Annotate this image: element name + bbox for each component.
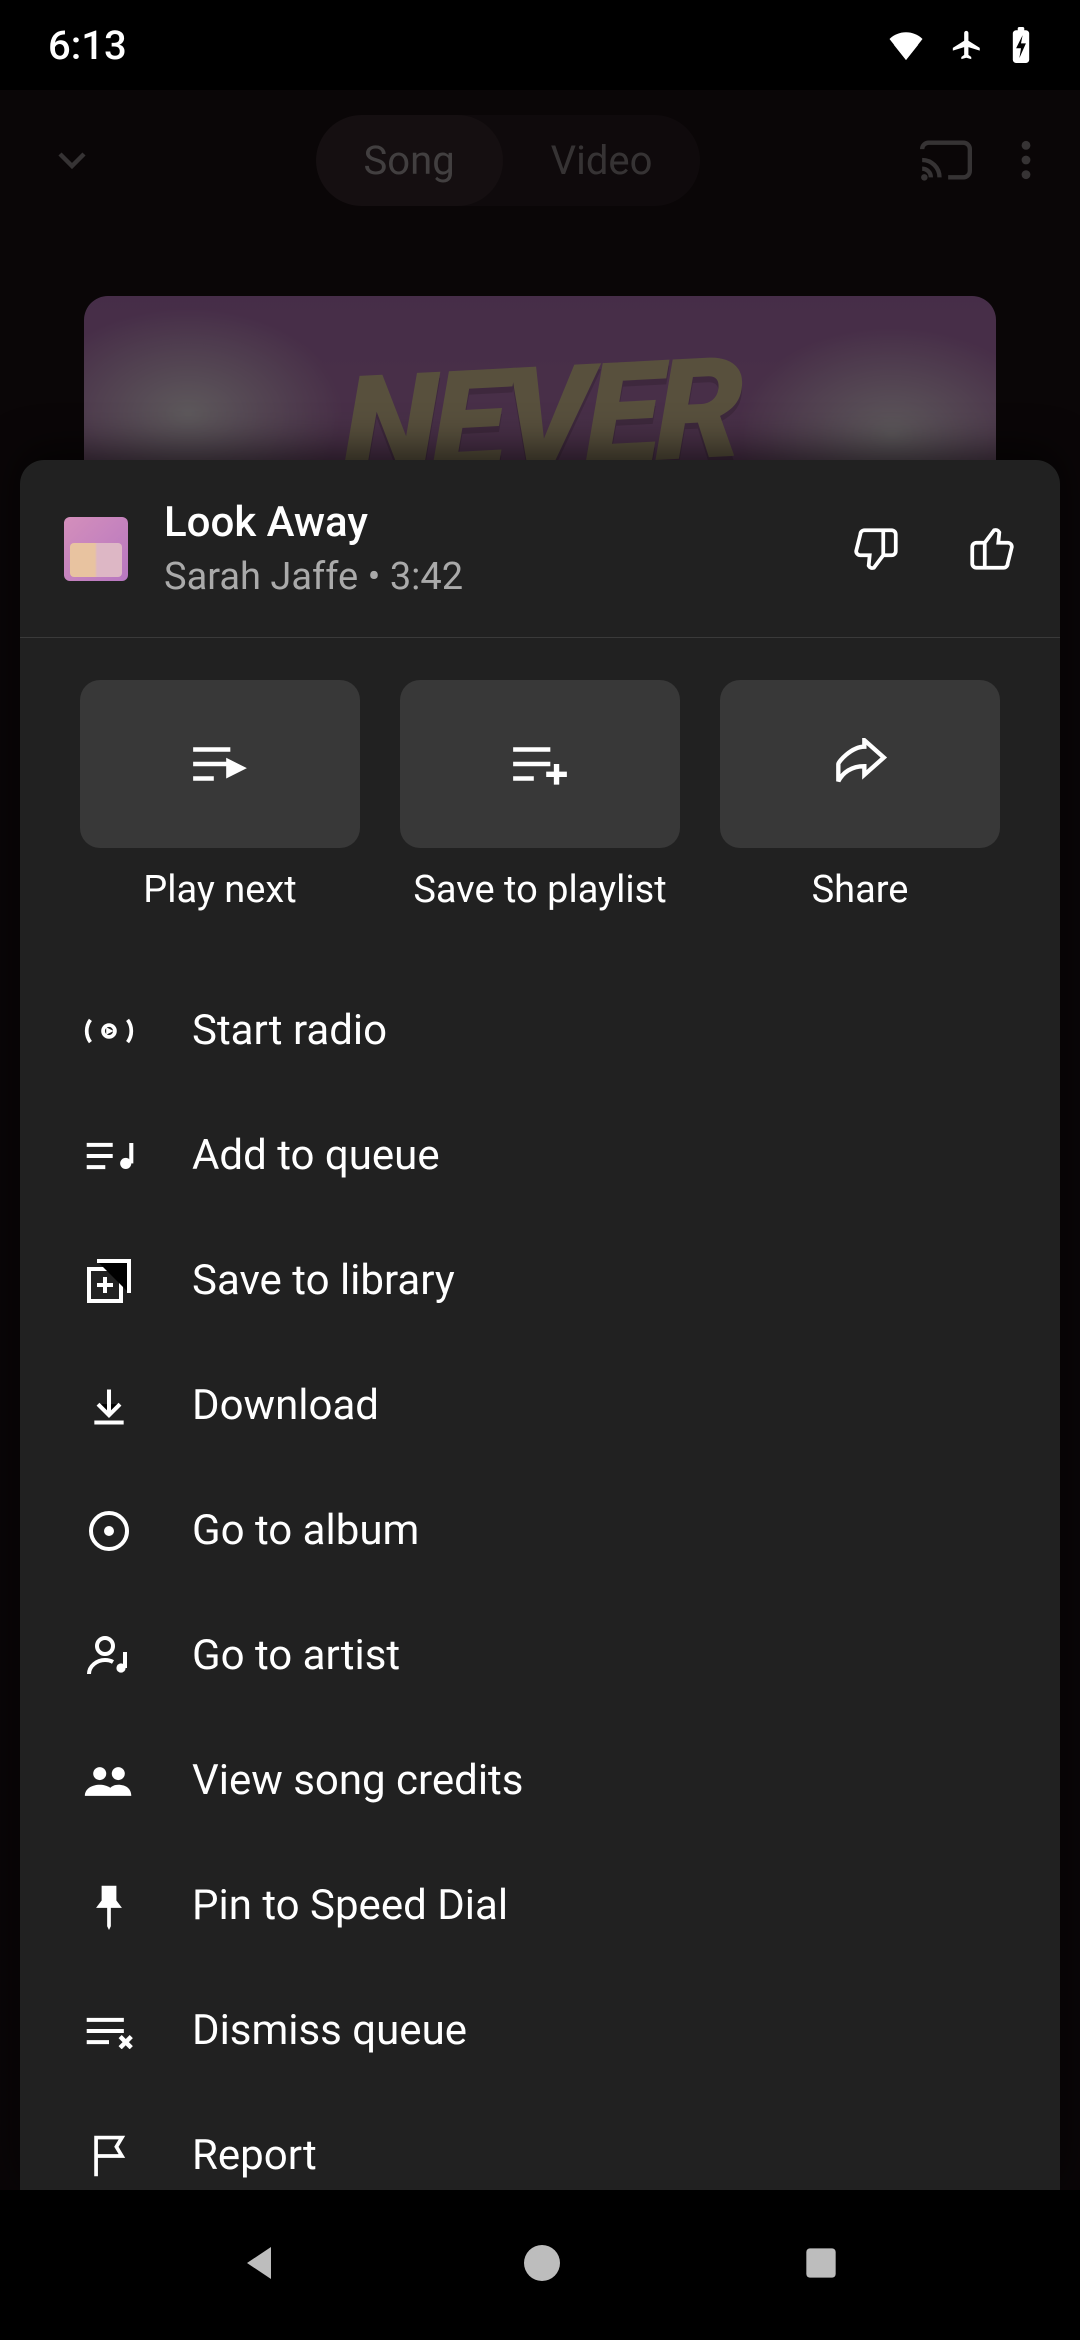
menu-report[interactable]: Report bbox=[20, 2093, 1060, 2190]
cast-icon[interactable] bbox=[920, 138, 972, 182]
thumb-up-icon[interactable] bbox=[966, 524, 1016, 574]
menu-label: Pin to Speed Dial bbox=[192, 1881, 508, 1930]
dismiss-queue-icon bbox=[82, 2013, 136, 2049]
radio-icon bbox=[82, 1011, 136, 1051]
tile-label: Share bbox=[812, 868, 909, 912]
menu-download[interactable]: Download bbox=[20, 1343, 1060, 1468]
context-menu-sheet: Look Away Sarah Jaffe • 3:42 Play next S… bbox=[20, 460, 1060, 2190]
status-icons bbox=[888, 27, 1032, 63]
save-library-icon bbox=[82, 1257, 136, 1305]
track-thumbnail bbox=[64, 517, 128, 581]
menu-label: Report bbox=[192, 2131, 317, 2180]
airplane-mode-icon bbox=[950, 28, 984, 62]
track-subtitle: Sarah Jaffe • 3:42 bbox=[164, 555, 816, 599]
menu-add-queue[interactable]: Add to queue bbox=[20, 1093, 1060, 1218]
menu-dismiss-queue[interactable]: Dismiss queue bbox=[20, 1968, 1060, 2093]
sheet-header: Look Away Sarah Jaffe • 3:42 bbox=[20, 460, 1060, 638]
menu-label: Go to album bbox=[192, 1506, 419, 1555]
nav-home-icon[interactable] bbox=[518, 2239, 566, 2291]
artist-icon bbox=[82, 1632, 136, 1680]
album-icon bbox=[82, 1507, 136, 1555]
track-title: Look Away bbox=[164, 498, 816, 547]
status-bar: 6:13 bbox=[0, 0, 1080, 90]
menu-list: Start radio Add to queue Save to library… bbox=[20, 940, 1060, 2190]
song-video-segment[interactable]: Song Video bbox=[316, 115, 701, 206]
more-vert-icon[interactable] bbox=[1020, 138, 1032, 182]
menu-credits[interactable]: View song credits bbox=[20, 1718, 1060, 1843]
share-icon bbox=[720, 680, 1000, 848]
add-to-queue-icon bbox=[82, 1136, 136, 1176]
menu-label: Download bbox=[192, 1381, 379, 1430]
tile-play-next[interactable]: Play next bbox=[80, 680, 360, 912]
tile-share[interactable]: Share bbox=[720, 680, 1000, 912]
menu-pin[interactable]: Pin to Speed Dial bbox=[20, 1843, 1060, 1968]
menu-save-library[interactable]: Save to library bbox=[20, 1218, 1060, 1343]
tile-label: Save to playlist bbox=[413, 868, 666, 912]
action-tiles: Play next Save to playlist Share bbox=[20, 638, 1060, 940]
wifi-icon bbox=[888, 30, 924, 60]
flag-icon bbox=[82, 2132, 136, 2180]
people-icon bbox=[82, 1761, 136, 1801]
menu-label: Dismiss queue bbox=[192, 2006, 467, 2055]
menu-start-radio[interactable]: Start radio bbox=[20, 968, 1060, 1093]
thumb-down-icon[interactable] bbox=[852, 524, 902, 574]
collapse-chevron-icon[interactable] bbox=[48, 136, 96, 184]
system-nav-bar bbox=[0, 2190, 1080, 2340]
save-to-playlist-icon bbox=[400, 680, 680, 848]
nav-back-icon[interactable] bbox=[237, 2239, 285, 2291]
menu-label: View song credits bbox=[192, 1756, 523, 1805]
player-top-bar: Song Video bbox=[0, 110, 1080, 210]
tile-label: Play next bbox=[143, 868, 296, 912]
menu-label: Add to queue bbox=[192, 1131, 440, 1180]
menu-label: Save to library bbox=[192, 1256, 455, 1305]
download-icon bbox=[82, 1384, 136, 1428]
track-meta: Look Away Sarah Jaffe • 3:42 bbox=[164, 498, 816, 599]
pin-icon bbox=[82, 1882, 136, 1930]
nav-recent-icon[interactable] bbox=[799, 2241, 843, 2289]
menu-label: Go to artist bbox=[192, 1631, 400, 1680]
status-time: 6:13 bbox=[48, 22, 127, 69]
menu-label: Start radio bbox=[192, 1006, 387, 1055]
play-next-icon bbox=[80, 680, 360, 848]
tile-save-playlist[interactable]: Save to playlist bbox=[400, 680, 680, 912]
menu-go-album[interactable]: Go to album bbox=[20, 1468, 1060, 1593]
menu-go-artist[interactable]: Go to artist bbox=[20, 1593, 1060, 1718]
segment-song[interactable]: Song bbox=[316, 115, 503, 206]
battery-charging-icon bbox=[1010, 27, 1032, 63]
segment-video[interactable]: Video bbox=[503, 115, 701, 206]
